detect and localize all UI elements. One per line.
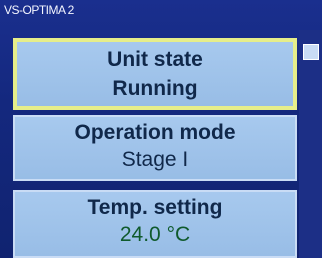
temp-setting-value: 24.0 °C bbox=[119, 223, 191, 246]
unit-state-tile[interactable]: Unit state Running bbox=[13, 38, 297, 110]
scroll-indicator[interactable] bbox=[303, 44, 319, 60]
device-title: VS-OPTIMA 2 bbox=[4, 3, 74, 17]
operation-mode-value: Stage I bbox=[121, 148, 189, 171]
unit-state-value: Running bbox=[112, 77, 198, 100]
display-screen: VS-OPTIMA 2 Unit state Running Operation… bbox=[0, 0, 322, 258]
temp-setting-tile[interactable]: Temp. setting 24.0 °C bbox=[13, 190, 297, 258]
temp-setting-label: Temp. setting bbox=[87, 196, 223, 219]
operation-mode-label: Operation mode bbox=[74, 121, 236, 144]
side-panel bbox=[299, 30, 322, 258]
operation-mode-tile[interactable]: Operation mode Stage I bbox=[13, 115, 297, 181]
unit-state-label: Unit state bbox=[107, 48, 203, 71]
